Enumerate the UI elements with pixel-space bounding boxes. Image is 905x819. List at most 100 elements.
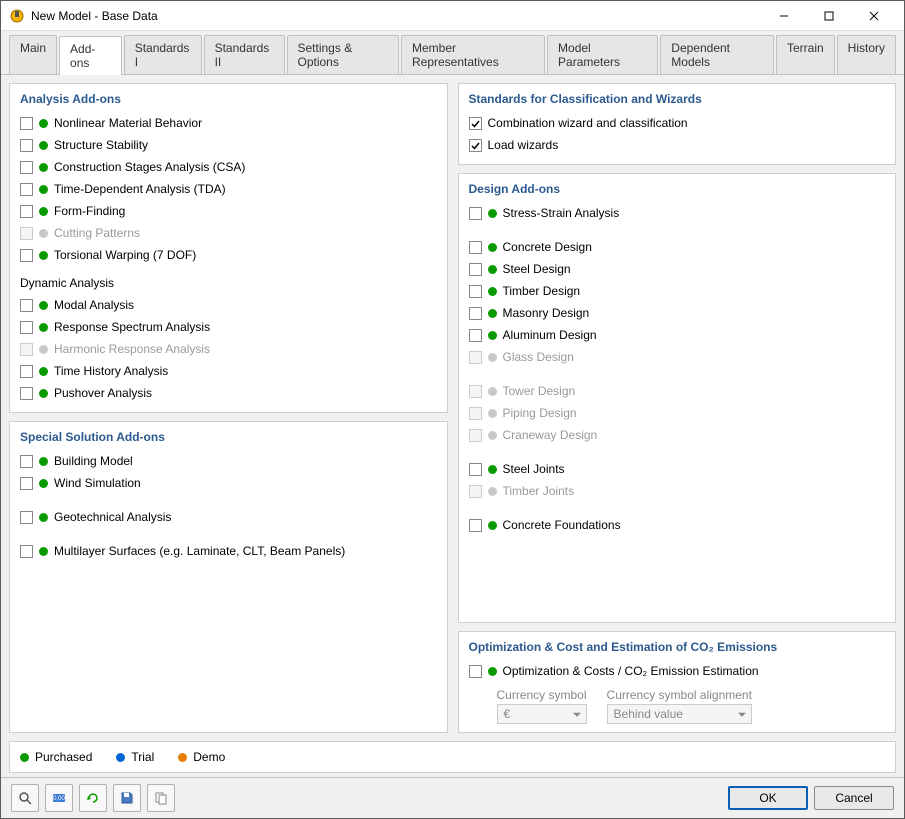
tab-model-parameters[interactable]: Model Parameters	[547, 35, 658, 74]
tab-standards-ii[interactable]: Standards II	[204, 35, 285, 74]
status-dot	[39, 207, 48, 216]
status-dot	[39, 141, 48, 150]
tab-dependent-models[interactable]: Dependent Models	[660, 35, 774, 74]
standards-panel: Standards for Classification and Wizards…	[458, 83, 897, 165]
addon-checkbox[interactable]	[469, 263, 482, 276]
addon-checkbox[interactable]	[20, 161, 33, 174]
addon-item: Steel Joints	[469, 458, 886, 480]
addon-checkbox[interactable]	[20, 545, 33, 558]
addon-item: Form-Finding	[20, 200, 437, 222]
addon-label: Cutting Patterns	[54, 226, 140, 240]
status-dot	[488, 331, 497, 340]
save-tool-button[interactable]	[113, 784, 141, 812]
addon-checkbox	[469, 429, 482, 442]
currency-symbol-select[interactable]: €	[497, 704, 587, 724]
status-dot	[39, 457, 48, 466]
standards-item: Combination wizard and classification	[469, 112, 886, 134]
status-dot	[39, 119, 48, 128]
status-dot	[488, 387, 497, 396]
addon-item: Multilayer Surfaces (e.g. Laminate, CLT,…	[20, 540, 437, 562]
addon-checkbox[interactable]	[20, 511, 33, 524]
addon-checkbox[interactable]	[469, 285, 482, 298]
addon-label: Steel Joints	[503, 462, 565, 476]
addon-checkbox[interactable]	[20, 455, 33, 468]
addon-label: Piping Design	[503, 406, 577, 420]
addon-item: Piping Design	[469, 402, 886, 424]
units-tool-button[interactable]: 0,00	[45, 784, 73, 812]
addon-checkbox[interactable]	[20, 387, 33, 400]
ok-button[interactable]: OK	[728, 786, 808, 810]
status-dot	[39, 389, 48, 398]
addon-label: Time History Analysis	[54, 364, 168, 378]
legend-purchased-label: Purchased	[35, 750, 92, 764]
tab-settings-options[interactable]: Settings & Options	[287, 35, 399, 74]
standards-checkbox[interactable]	[469, 117, 482, 130]
addon-label: Torsional Warping (7 DOF)	[54, 248, 196, 262]
tab-standards-i[interactable]: Standards I	[124, 35, 202, 74]
refresh-tool-button[interactable]	[79, 784, 107, 812]
addon-checkbox[interactable]	[20, 139, 33, 152]
addon-label: Response Spectrum Analysis	[54, 320, 210, 334]
addon-item: Geotechnical Analysis	[20, 506, 437, 528]
addon-checkbox[interactable]	[20, 183, 33, 196]
addon-checkbox[interactable]	[20, 477, 33, 490]
maximize-button[interactable]	[806, 1, 851, 31]
svg-text:0,00: 0,00	[53, 796, 65, 802]
copy-tool-button[interactable]	[147, 784, 175, 812]
close-button[interactable]	[851, 1, 896, 31]
status-dot	[488, 353, 497, 362]
addon-item: Steel Design	[469, 258, 886, 280]
tab-member-representatives[interactable]: Member Representatives	[401, 35, 545, 74]
legend-demo-dot	[178, 753, 187, 762]
addon-item: Glass Design	[469, 346, 886, 368]
addon-checkbox[interactable]	[20, 249, 33, 262]
dialog-window: New Model - Base Data MainAdd-onsStandar…	[0, 0, 905, 819]
tab-add-ons[interactable]: Add-ons	[59, 36, 122, 75]
addon-checkbox[interactable]	[469, 329, 482, 342]
addon-checkbox[interactable]	[469, 307, 482, 320]
addon-checkbox	[469, 407, 482, 420]
addon-checkbox[interactable]	[469, 463, 482, 476]
tab-terrain[interactable]: Terrain	[776, 35, 835, 74]
addon-item: Aluminum Design	[469, 324, 886, 346]
addon-checkbox[interactable]	[469, 241, 482, 254]
status-dot	[39, 301, 48, 310]
addon-label: Glass Design	[503, 350, 574, 364]
addon-label: Timber Design	[503, 284, 581, 298]
status-dot	[39, 479, 48, 488]
addon-item: Harmonic Response Analysis	[20, 338, 437, 360]
addon-label: Concrete Design	[503, 240, 592, 254]
addon-checkbox[interactable]	[469, 207, 482, 220]
addon-checkbox[interactable]	[469, 519, 482, 532]
addon-label: Construction Stages Analysis (CSA)	[54, 160, 245, 174]
addon-label: Multilayer Surfaces (e.g. Laminate, CLT,…	[54, 544, 345, 558]
currency-alignment-select[interactable]: Behind value	[607, 704, 752, 724]
legend-trial-dot	[116, 753, 125, 762]
status-dot	[488, 243, 497, 252]
minimize-button[interactable]	[761, 1, 806, 31]
optimization-checkbox[interactable]	[469, 665, 482, 678]
addon-label: Time-Dependent Analysis (TDA)	[54, 182, 226, 196]
analysis-addons-title: Analysis Add-ons	[20, 92, 437, 106]
addon-checkbox[interactable]	[20, 299, 33, 312]
cancel-button[interactable]: Cancel	[814, 786, 894, 810]
tab-main[interactable]: Main	[9, 35, 57, 74]
optimization-title: Optimization & Cost and Estimation of CO…	[469, 640, 886, 654]
dynamic-analysis-title: Dynamic Analysis	[20, 276, 437, 290]
addon-checkbox[interactable]	[20, 117, 33, 130]
addon-item: Stress-Strain Analysis	[469, 202, 886, 224]
special-solution-panel: Special Solution Add-ons Building ModelW…	[9, 421, 448, 733]
addon-checkbox[interactable]	[20, 365, 33, 378]
search-tool-button[interactable]	[11, 784, 39, 812]
standards-panel-title: Standards for Classification and Wizards	[469, 92, 886, 106]
addon-checkbox[interactable]	[20, 205, 33, 218]
addon-item: Torsional Warping (7 DOF)	[20, 244, 437, 266]
addon-item: Modal Analysis	[20, 294, 437, 316]
standards-checkbox[interactable]	[469, 139, 482, 152]
optimization-item: Optimization & Costs / CO₂ Emission Esti…	[469, 660, 886, 682]
addon-checkbox[interactable]	[20, 321, 33, 334]
addon-item: Time-Dependent Analysis (TDA)	[20, 178, 437, 200]
tab-history[interactable]: History	[837, 35, 896, 74]
addon-label: Harmonic Response Analysis	[54, 342, 210, 356]
status-dot	[488, 465, 497, 474]
